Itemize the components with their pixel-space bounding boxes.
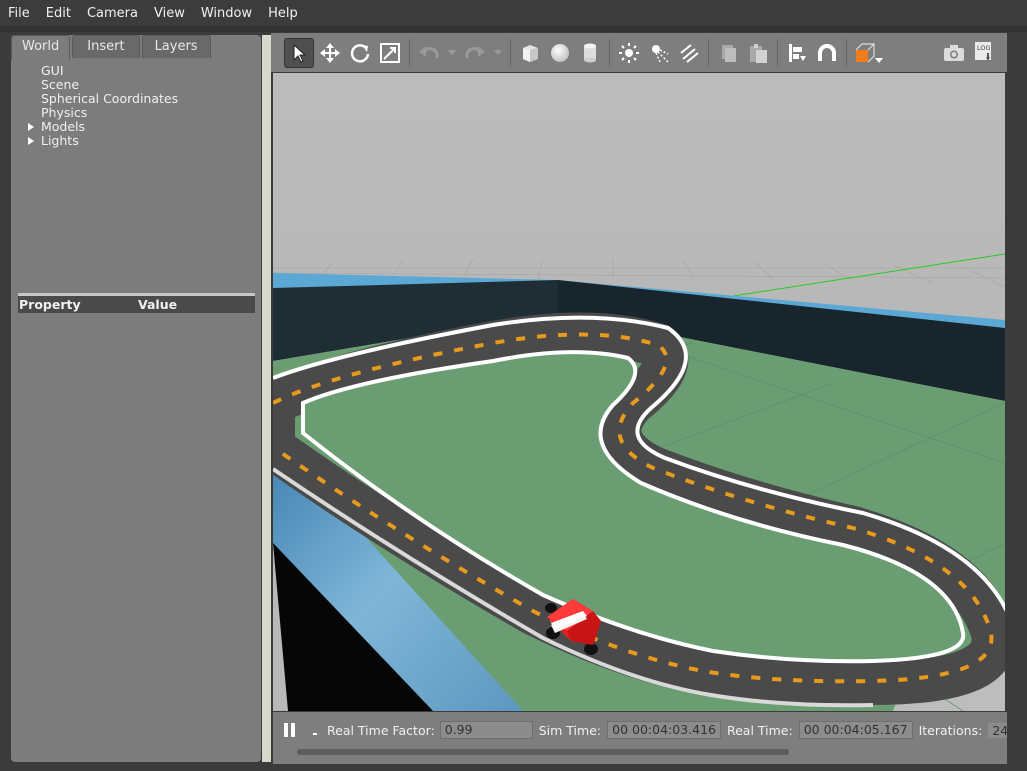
tab-layers[interactable]: Layers (141, 35, 211, 58)
align-icon[interactable] (783, 39, 811, 67)
translate-icon[interactable] (316, 39, 344, 67)
menu-edit[interactable]: Edit (38, 6, 79, 21)
sim-time-label: Sim Time: (538, 722, 602, 738)
tab-insert[interactable]: Insert (72, 35, 140, 58)
real-time-factor-label: Real Time Factor: (327, 722, 435, 738)
menu-bar: File Edit Camera View Window Help (0, 0, 1027, 26)
log-label: LOG (977, 43, 991, 52)
sphere-icon[interactable] (546, 39, 574, 67)
cylinder-icon[interactable] (576, 39, 604, 67)
log-icon[interactable]: LOG (970, 39, 998, 67)
real-time-label: Real Time: (726, 722, 793, 738)
undo-dropdown-icon[interactable] (445, 39, 459, 67)
tree-item-gui[interactable]: GUI (28, 64, 178, 78)
scale-icon[interactable] (376, 39, 404, 67)
iterations-label: Iterations: (918, 722, 983, 738)
tree-item-spherical-coordinates[interactable]: Spherical Coordinates (28, 92, 178, 106)
box-icon[interactable] (516, 39, 544, 67)
menu-view[interactable]: View (146, 6, 193, 21)
3d-viewport[interactable] (251, 73, 1017, 712)
tree-item-scene[interactable]: Scene (28, 78, 178, 92)
expand-arrow-icon[interactable] (28, 123, 34, 131)
redo-dropdown-icon[interactable] (491, 39, 505, 67)
status-bar: Real Time Factor: 0.99 Sim Time: 00 00:0… (273, 712, 1027, 764)
sim-time-value: 00 00:04:03.416 (607, 721, 721, 739)
toolbar-separator (777, 38, 778, 67)
toolbar-separator (609, 38, 610, 67)
panel-splitter[interactable] (262, 35, 271, 762)
tree-item-models[interactable]: Models (28, 120, 178, 134)
window-right-edge (1007, 33, 1027, 771)
toolbar-separator (846, 38, 847, 67)
expand-arrow-icon[interactable] (28, 137, 34, 145)
spot-light-icon[interactable] (645, 39, 673, 67)
undo-icon[interactable] (415, 39, 443, 67)
paste-icon[interactable] (744, 39, 772, 67)
menu-help[interactable]: Help (260, 6, 306, 21)
view-angle-icon[interactable] (852, 39, 886, 67)
tree-item-lights[interactable]: Lights (28, 134, 178, 148)
left-panel-tabs: World Insert Layers (11, 35, 213, 60)
toolbar-separator (510, 38, 511, 67)
tree-item-physics[interactable]: Physics (28, 106, 178, 120)
menu-camera[interactable]: Camera (79, 6, 146, 21)
toolbar-separator (708, 38, 709, 67)
step-indicator-icon[interactable] (313, 733, 317, 735)
property-column-header: Property (19, 297, 81, 312)
copy-icon[interactable] (714, 39, 742, 67)
real-time-value: 00 00:04:05.167 (798, 721, 913, 739)
horizontal-scrollbar[interactable] (297, 749, 789, 755)
pause-button[interactable] (284, 723, 295, 737)
property-table-header: Property Value (18, 293, 255, 313)
select-arrow-icon[interactable] (284, 37, 314, 68)
rotate-icon[interactable] (346, 39, 374, 67)
world-tree: GUI Scene Spherical Coordinates Physics … (28, 64, 178, 148)
redo-icon[interactable] (461, 39, 489, 67)
value-column-header: Value (138, 297, 178, 312)
snap-icon[interactable] (813, 39, 841, 67)
menu-window[interactable]: Window (193, 6, 260, 21)
frame-divider (0, 26, 1027, 32)
directional-light-icon[interactable] (675, 39, 703, 67)
tab-world[interactable]: World (11, 35, 71, 60)
real-time-factor-value: 0.99 (439, 721, 533, 739)
point-light-icon[interactable] (615, 39, 643, 67)
toolbar-separator (409, 38, 410, 67)
toolbar: LOG (271, 33, 1007, 72)
menu-file[interactable]: File (0, 6, 38, 21)
screenshot-icon[interactable] (940, 39, 968, 67)
status-row: Real Time Factor: 0.99 Sim Time: 00 00:0… (273, 720, 1027, 740)
